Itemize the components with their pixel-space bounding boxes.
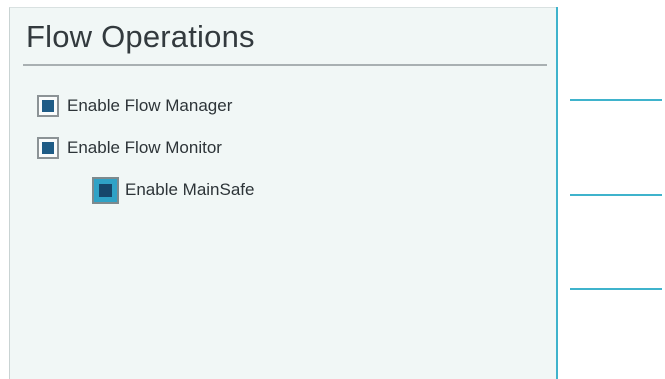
checkbox-check-mark xyxy=(42,100,54,112)
flow-operations-panel: Flow Operations Enable Flow Manager Enab… xyxy=(9,7,556,379)
enable-flow-manager-checkbox[interactable] xyxy=(37,95,59,117)
soft-key-line-1 xyxy=(570,99,662,101)
checkbox-check-mark xyxy=(42,142,54,154)
enable-mainsafe-label: Enable MainSafe xyxy=(125,180,255,199)
option-enable-flow-monitor[interactable]: Enable Flow Monitor xyxy=(37,135,222,161)
enable-flow-manager-label: Enable Flow Manager xyxy=(67,96,233,115)
option-enable-mainsafe[interactable]: Enable MainSafe xyxy=(92,175,254,205)
enable-mainsafe-checkbox[interactable] xyxy=(92,176,119,204)
enable-flow-monitor-label: Enable Flow Monitor xyxy=(67,138,222,157)
title-divider xyxy=(23,64,547,66)
enable-flow-monitor-checkbox[interactable] xyxy=(37,137,59,159)
page-title: Flow Operations xyxy=(26,19,255,54)
checkbox-check-mark xyxy=(99,183,112,197)
right-panel-divider xyxy=(556,7,558,379)
option-enable-flow-manager[interactable]: Enable Flow Manager xyxy=(37,93,232,119)
soft-key-line-3 xyxy=(570,288,662,290)
flow-operations-screen: Flow Operations Enable Flow Manager Enab… xyxy=(0,0,665,379)
soft-key-line-2 xyxy=(570,194,662,196)
